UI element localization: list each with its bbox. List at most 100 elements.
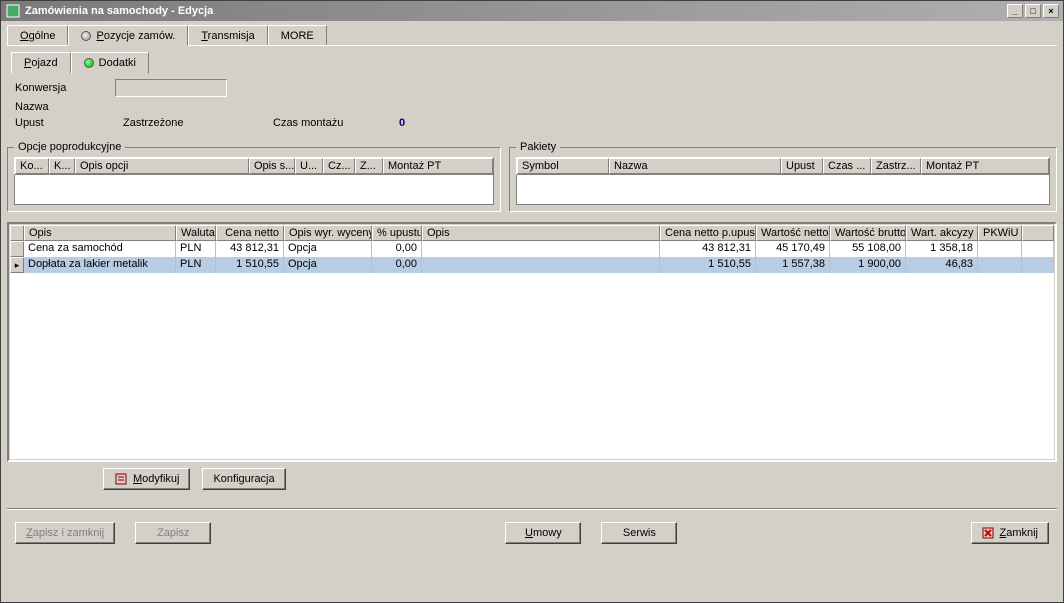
main-tabstrip: Ogólne Pozycje zamów. Transmisja MORE	[7, 25, 1057, 46]
conversion-input[interactable]	[115, 79, 227, 97]
packages-grid-body[interactable]	[516, 175, 1050, 205]
table-row-selected[interactable]: ▸ Dopłata za lakier metalik PLN 1 510,55…	[10, 257, 1054, 273]
col-header[interactable]: Czas ...	[823, 158, 871, 174]
button-label: Zapisz	[157, 527, 189, 539]
service-button[interactable]: Serwis	[601, 522, 677, 544]
col-header[interactable]: Waluta	[176, 225, 216, 241]
tab-general[interactable]: Ogólne	[7, 25, 68, 45]
col-header[interactable]: Cena netto	[216, 225, 284, 241]
button-label: Zapisz i zamknij	[26, 527, 104, 539]
app-window: Zamówienia na samochody - Edycja _ □ × O…	[0, 0, 1064, 603]
discount-label: Upust	[15, 117, 123, 129]
divider	[7, 508, 1057, 510]
button-label: Zamknij	[999, 527, 1038, 539]
cell-opis2	[422, 241, 660, 257]
cell-cena: 1 510,55	[216, 257, 284, 273]
cell-ak: 1 358,18	[906, 241, 978, 257]
contracts-button[interactable]: Umowy	[505, 522, 581, 544]
col-header[interactable]: Cz...	[323, 158, 355, 174]
col-header[interactable]: Upust	[781, 158, 823, 174]
col-header[interactable]: Opis	[24, 225, 176, 241]
postprod-legend: Opcje poprodukcyjne	[14, 141, 125, 153]
col-header[interactable]: Z...	[355, 158, 383, 174]
tab-label: MORE	[281, 30, 314, 42]
cell-pk	[978, 257, 1022, 273]
col-header[interactable]: Zastrz...	[871, 158, 921, 174]
tab-more[interactable]: MORE	[268, 25, 327, 45]
col-header[interactable]: Wart. akcyzy	[906, 225, 978, 241]
assembly-time-value: 0	[399, 117, 405, 129]
dot-icon	[81, 31, 91, 41]
maximize-button[interactable]: □	[1025, 4, 1041, 18]
cell-wn: 45 170,49	[756, 241, 830, 257]
button-label: Konfiguracja	[213, 473, 274, 485]
main-grid-wrap: Opis Waluta Cena netto Opis wyr. wyceny …	[7, 222, 1057, 462]
col-header[interactable]: Ko...	[15, 158, 49, 174]
col-header[interactable]: % upustu	[372, 225, 422, 241]
tab-label: Transmisja	[201, 30, 254, 42]
cell-wyr: Opcja	[284, 257, 372, 273]
close-window-button[interactable]: ×	[1043, 4, 1059, 18]
postprod-grid-body[interactable]	[14, 175, 494, 205]
postprod-fieldset: Opcje poprodukcyjne Ko... K... Opis opcj…	[7, 141, 501, 212]
col-header[interactable]: Opis s...	[249, 158, 295, 174]
grid-empty-area[interactable]	[10, 273, 1054, 459]
col-header[interactable]: Opis wyr. wyceny	[284, 225, 372, 241]
config-button[interactable]: Konfiguracja	[202, 468, 285, 490]
tab-transmission[interactable]: Transmisja	[188, 25, 267, 45]
cell-cena: 43 812,31	[216, 241, 284, 257]
cell-pu: 1 510,55	[660, 257, 756, 273]
main-grid[interactable]: Opis Waluta Cena netto Opis wyr. wyceny …	[10, 225, 1054, 459]
table-row[interactable]: Cena za samochód PLN 43 812,31 Opcja 0,0…	[10, 241, 1054, 257]
cell-ak: 46,83	[906, 257, 978, 273]
col-header[interactable]: Montaż PT	[383, 158, 493, 174]
dot-icon	[84, 58, 94, 68]
cell-pu: 43 812,31	[660, 241, 756, 257]
assembly-time-label: Czas montażu	[273, 117, 393, 129]
packages-legend: Pakiety	[516, 141, 560, 153]
cell-wyr: Opcja	[284, 241, 372, 257]
col-header[interactable]: K...	[49, 158, 75, 174]
edit-icon	[114, 472, 128, 486]
save-close-button: Zapisz i zamknij	[15, 522, 115, 544]
modify-button[interactable]: Modyfikuj	[103, 468, 190, 490]
col-header[interactable]: Wartość brutto	[830, 225, 906, 241]
tab-label: Dodatki	[99, 57, 136, 69]
sub-tabstrip: Pojazd Dodatki	[7, 52, 1057, 73]
save-button: Zapisz	[135, 522, 211, 544]
cell-wb: 55 108,00	[830, 241, 906, 257]
tab-label: Pozycje zamów.	[96, 30, 175, 42]
subtab-vehicle[interactable]: Pojazd	[11, 52, 71, 73]
cell-blank	[1022, 241, 1054, 257]
col-header[interactable]: Opis	[422, 225, 660, 241]
cell-upust: 0,00	[372, 257, 422, 273]
app-icon	[5, 3, 21, 19]
cell-opis2	[422, 257, 660, 273]
cell-upust: 0,00	[372, 241, 422, 257]
cell-waluta: PLN	[176, 257, 216, 273]
grid-header-row: Opis Waluta Cena netto Opis wyr. wyceny …	[10, 225, 1054, 241]
col-header[interactable]: Wartość netto	[756, 225, 830, 241]
col-header[interactable]: Cena netto p.upust	[660, 225, 756, 241]
row-marker-header	[10, 225, 24, 241]
col-header[interactable]: Nazwa	[609, 158, 781, 174]
col-header[interactable]: Montaż PT	[921, 158, 1049, 174]
cell-blank	[1022, 257, 1054, 273]
name-label: Nazwa	[15, 101, 115, 113]
form-area: Konwersja Nazwa Upust Zastrzeżone Czas m…	[7, 73, 1057, 139]
body-area: Ogólne Pozycje zamów. Transmisja MORE Po…	[1, 21, 1063, 558]
packages-fieldset: Pakiety Symbol Nazwa Upust Czas ... Zast…	[509, 141, 1057, 212]
col-header[interactable]: Symbol	[517, 158, 609, 174]
fieldsets-row: Opcje poprodukcyjne Ko... K... Opis opcj…	[7, 141, 1057, 212]
cell-opis: Dopłata za lakier metalik	[24, 257, 176, 273]
col-header[interactable]: PKWiU	[978, 225, 1022, 241]
col-header[interactable]: U...	[295, 158, 323, 174]
tab-order-items[interactable]: Pozycje zamów.	[68, 25, 188, 46]
close-button[interactable]: Zamknij	[971, 522, 1049, 544]
button-label: Umowy	[525, 527, 562, 539]
minimize-button[interactable]: _	[1007, 4, 1023, 18]
subtab-addons[interactable]: Dodatki	[71, 52, 149, 74]
tab-label: Ogólne	[20, 30, 55, 42]
col-header[interactable]: Opis opcji	[75, 158, 249, 174]
cell-pk	[978, 241, 1022, 257]
